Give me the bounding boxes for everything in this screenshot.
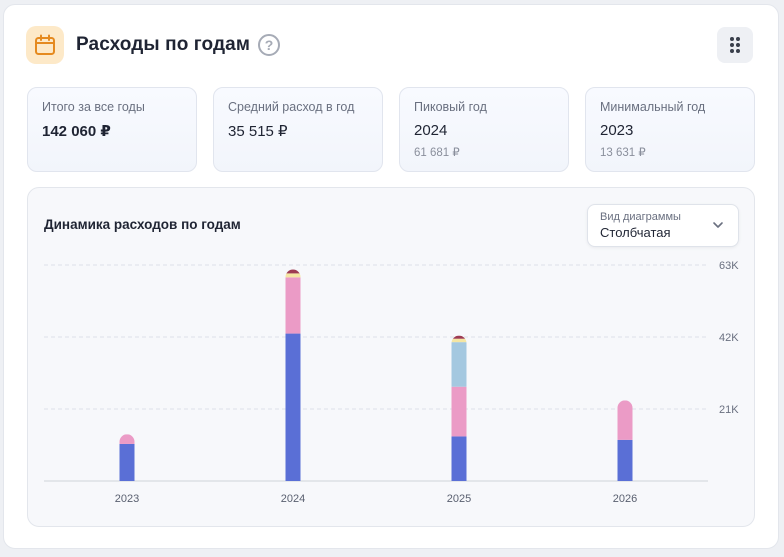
stats-row: Итого за все годы 142 060 ₽ Средний расх… [27,87,755,172]
bar-segment [285,333,301,481]
bar-segment [451,436,467,481]
stat-total: Итого за все годы 142 060 ₽ [27,87,197,172]
y-tick-label: 63K [719,260,739,272]
stat-label: Минимальный год [600,100,706,114]
bar-segment [119,434,135,444]
x-tick-label: 2023 [115,493,139,505]
stat-label: Средний расход в год [228,100,355,114]
card-header: Расходы по годам ? [26,25,756,65]
stat-value: 2024 [414,122,448,139]
bar-segment [285,277,301,334]
y-tick-label: 42K [719,332,739,344]
stat-label: Итого за все годы [42,100,145,114]
stat-value: 2023 [600,122,634,139]
bar-segment [617,439,633,481]
stat-min-year: Минимальный год 2023 13 631 ₽ [585,87,755,172]
stat-sub: 13 631 ₽ [600,147,646,159]
x-tick-label: 2026 [613,493,637,505]
page-title: Расходы по годам [76,34,250,55]
bar-segment [451,338,467,343]
help-icon[interactable]: ? [257,34,280,56]
bar-segment [451,342,467,387]
stat-value: 142 060 ₽ [42,123,111,140]
bar-segment [617,400,633,440]
y-tick-label: 21K [719,404,739,416]
chart-type-select[interactable]: Вид диаграммы Столбчатая [587,204,739,247]
select-label: Вид диаграммы [600,211,681,223]
stat-value: 35 515 ₽ [228,123,288,140]
select-value: Столбчатая [600,225,671,240]
bar-segment [285,273,301,278]
calendar-icon [26,26,64,64]
chart-title: Динамика расходов по годам [44,217,241,232]
more-menu-button[interactable] [717,27,753,63]
chart-panel: Динамика расходов по годам Вид диаграммы… [27,187,755,527]
stat-sub: 61 681 ₽ [414,147,460,159]
chevron-down-icon [713,222,723,228]
stat-peak-year: Пиковый год 2024 61 681 ₽ [399,87,569,172]
stat-label: Пиковый год [414,100,487,114]
bar-segment [285,269,301,274]
x-tick-label: 2025 [447,493,471,505]
bar-segment [119,443,135,481]
stat-average: Средний расход в год 35 515 ₽ [213,87,383,172]
dots-grid-icon [730,37,740,53]
bar-segment [451,386,467,437]
x-tick-label: 2024 [281,493,305,505]
expenses-card: Расходы по годам ? Итого за все годы 142… [3,4,779,549]
